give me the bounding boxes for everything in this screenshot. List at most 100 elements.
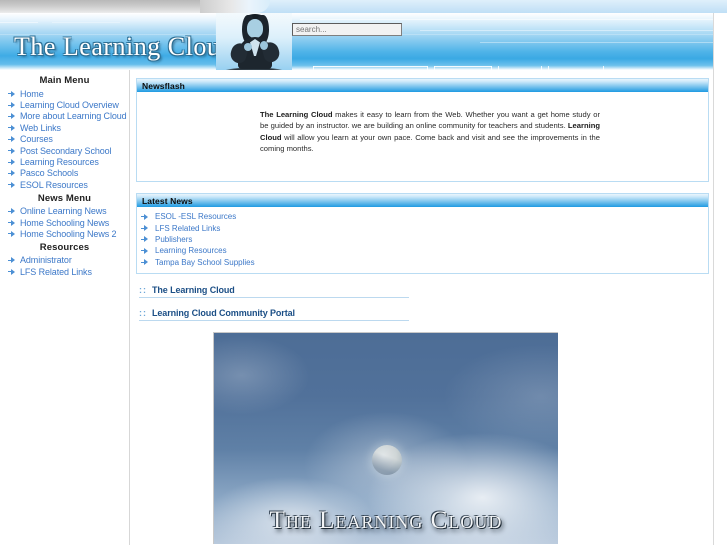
- list-item[interactable]: Publishers: [141, 234, 702, 245]
- presenter-hand-left: [244, 43, 252, 51]
- newsflash-body: The Learning Cloud makes it easy to lear…: [137, 93, 708, 181]
- arrow-bullet-icon: [141, 258, 151, 267]
- latest-news-item-label: LFS Related Links: [155, 223, 221, 233]
- sidebar-item-administrator[interactable]: Administrator: [0, 255, 129, 266]
- sidebar-item-label: Home Schooling News 2: [20, 228, 117, 239]
- arrow-bullet-icon: [8, 169, 17, 178]
- arrow-bullet-icon: [8, 101, 17, 110]
- sidebar-list-resources: Administrator LFS Related Links: [0, 255, 129, 278]
- sidebar-item-learning-cloud-overview[interactable]: Learning Cloud Overview: [0, 99, 129, 110]
- sidebar-item-esol-resources[interactable]: ESOL Resources: [0, 179, 129, 190]
- top-strip-curve: [200, 0, 270, 13]
- sidebar-list-main-menu: Home Learning Cloud Overview More about …: [0, 88, 129, 191]
- arrow-bullet-icon: [8, 180, 17, 189]
- sidebar-item-lfs-related-links[interactable]: LFS Related Links: [0, 266, 129, 277]
- latest-news-list: ESOL -ESL Resources LFS Related Links Pu…: [141, 211, 702, 268]
- content-inner: Newsflash The Learning Cloud makes it ea…: [131, 70, 711, 544]
- latest-news-item-label: ESOL -ESL Resources: [155, 212, 237, 222]
- sidebar-list-news-menu: Online Learning News Home Schooling News…: [0, 206, 129, 240]
- latest-news-item-label: Learning Resources: [155, 246, 227, 256]
- list-item[interactable]: Learning Resources: [141, 245, 702, 256]
- search-input[interactable]: [292, 23, 402, 36]
- article-photo-sky-moon: The Learning Cloud: [213, 332, 558, 544]
- sidebar-item-pasco-schools[interactable]: Pasco Schools: [0, 168, 129, 179]
- sidebar-item-label: Post Secondary School: [20, 145, 112, 156]
- arrow-bullet-icon: [8, 135, 17, 144]
- arrow-bullet-icon: [8, 229, 17, 238]
- list-item[interactable]: LFS Related Links: [141, 222, 702, 233]
- latest-news-item-label: Publishers: [155, 234, 193, 244]
- sidebar-section-title-resources: Resources: [39, 241, 90, 253]
- sidebar-item-home[interactable]: Home: [0, 88, 129, 99]
- sidebar-item-post-secondary-school[interactable]: Post Secondary School: [0, 145, 129, 156]
- article-heading-the-learning-cloud[interactable]: :: The Learning Cloud: [139, 285, 409, 298]
- sidebar-section-title-news-menu: News Menu: [37, 192, 92, 204]
- sidebar-item-label: Online Learning News: [20, 206, 107, 217]
- sidebar-item-label: Administrator: [20, 255, 72, 266]
- newsflash-title: Newsflash: [142, 80, 185, 91]
- sidebar-item-home-schooling-news-2[interactable]: Home Schooling News 2: [0, 228, 129, 239]
- arrow-bullet-icon: [141, 246, 151, 255]
- sidebar: Main Menu Home Learning Cloud Overview M…: [0, 70, 130, 545]
- page-root: The Learning Cloud About Learning Cloud …: [0, 0, 727, 545]
- sidebar-item-label: ESOL Resources: [20, 179, 88, 190]
- arrow-bullet-icon: [8, 256, 17, 265]
- list-item[interactable]: Tampa Bay School Supplies: [141, 257, 702, 268]
- arrow-bullet-icon: [8, 218, 17, 227]
- sidebar-item-label: Pasco Schools: [20, 168, 79, 179]
- arrow-bullet-icon: [141, 235, 151, 244]
- article-marker: ::: [139, 307, 147, 318]
- newsflash-header: Newsflash: [137, 79, 708, 93]
- sidebar-item-label: Home Schooling News: [20, 217, 110, 228]
- sidebar-section-title-main-menu: Main Menu: [39, 75, 90, 86]
- main-content: Newsflash The Learning Cloud makes it ea…: [131, 70, 727, 545]
- sidebar-item-label: Web Links: [20, 122, 61, 133]
- sidebar-item-label: Home: [20, 88, 44, 99]
- sidebar-item-label: Learning Resources: [20, 157, 99, 168]
- arrow-bullet-icon: [8, 89, 17, 98]
- article-heading-learning-cloud-community-portal[interactable]: :: Learning Cloud Community Portal: [139, 308, 409, 321]
- newsflash-module: Newsflash The Learning Cloud makes it ea…: [136, 78, 709, 182]
- article-title: Learning Cloud Community Portal: [152, 307, 295, 318]
- sidebar-item-label: Courses: [20, 134, 53, 145]
- sidebar-item-courses[interactable]: Courses: [0, 134, 129, 145]
- right-gutter: [713, 13, 727, 545]
- presenter-head: [247, 19, 263, 38]
- latest-news-body: ESOL -ESL Resources LFS Related Links Pu…: [137, 208, 708, 273]
- arrow-bullet-icon: [8, 207, 17, 216]
- arrow-bullet-icon: [8, 123, 17, 132]
- arrow-bullet-icon: [8, 158, 17, 167]
- sidebar-item-learning-resources[interactable]: Learning Resources: [0, 156, 129, 167]
- latest-news-header: Latest News: [137, 194, 708, 208]
- latest-news-module: Latest News ESOL -ESL Resources LFS Rela…: [136, 193, 709, 274]
- sidebar-item-label: Learning Cloud Overview: [20, 100, 119, 111]
- sidebar-item-web-links[interactable]: Web Links: [0, 122, 129, 133]
- arrow-bullet-icon: [8, 146, 17, 155]
- arrow-bullet-icon: [141, 212, 151, 221]
- presenter-hand-right: [260, 41, 268, 50]
- sidebar-item-online-learning-news[interactable]: Online Learning News: [0, 206, 129, 217]
- search-box: [292, 19, 402, 36]
- latest-news-title: Latest News: [142, 195, 193, 206]
- sidebar-item-more-about-learning-cloud[interactable]: More about Learning Cloud: [0, 111, 129, 122]
- list-item[interactable]: ESOL -ESL Resources: [141, 211, 702, 222]
- newsflash-lead: The Learning Cloud: [260, 109, 333, 119]
- newsflash-text: The Learning Cloud makes it easy to lear…: [260, 109, 600, 155]
- photo-caption: The Learning Cloud: [269, 507, 503, 534]
- sidebar-item-home-schooling-news[interactable]: Home Schooling News: [0, 217, 129, 228]
- latest-news-item-label: Tampa Bay School Supplies: [155, 257, 255, 267]
- arrow-bullet-icon: [141, 224, 151, 233]
- arrow-bullet-icon: [8, 112, 17, 121]
- sidebar-item-label: LFS Related Links: [20, 266, 92, 277]
- site-logo[interactable]: The Learning Cloud: [14, 32, 234, 62]
- article-title: The Learning Cloud: [152, 284, 235, 295]
- header-gridline-4: [480, 42, 720, 43]
- arrow-bullet-icon: [8, 267, 17, 276]
- moon-shadow: [372, 445, 402, 475]
- header-gridline-3: [420, 30, 720, 31]
- article-marker: ::: [139, 284, 147, 295]
- sidebar-item-label: More about Learning Cloud: [20, 111, 127, 122]
- presenter-photo: [216, 13, 292, 70]
- top-strip-blue: [245, 0, 727, 13]
- newsflash-body-part-2: will allow you learn at your own pace. C…: [260, 132, 600, 154]
